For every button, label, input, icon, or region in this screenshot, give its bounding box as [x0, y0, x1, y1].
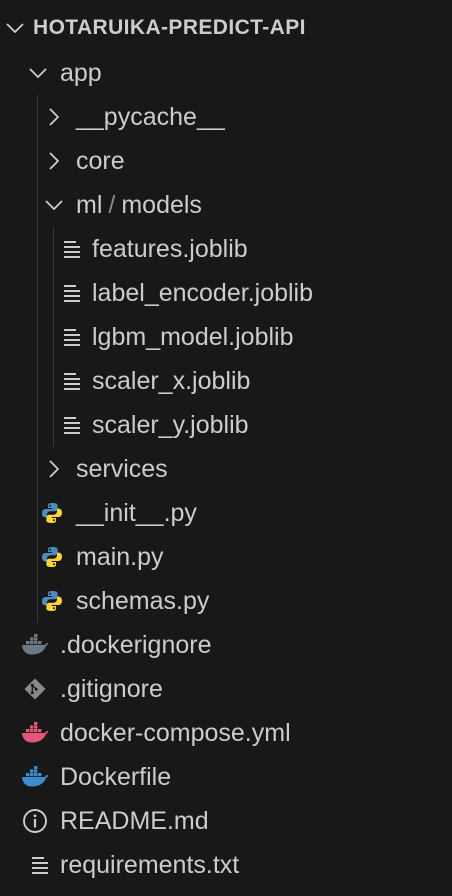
file-docker-compose-yml[interactable]: docker-compose.yml: [0, 711, 452, 755]
folder-core[interactable]: core: [0, 139, 452, 183]
file-readme-md[interactable]: README.md: [0, 799, 452, 843]
docker-whale-icon: [21, 766, 49, 788]
file-label: lgbm_model.joblib: [92, 322, 294, 351]
file-label-encoder-joblib[interactable]: label_encoder.joblib: [0, 271, 452, 315]
python-icon: [40, 589, 64, 613]
file-label: README.md: [60, 806, 209, 835]
file-explorer: HOTARUIKA-PREDICT-API app __pycache__ co…: [0, 0, 452, 896]
file-dockerfile[interactable]: Dockerfile: [0, 755, 452, 799]
file-features-joblib[interactable]: features.joblib: [0, 227, 452, 271]
folder-label-ml: ml: [76, 190, 103, 219]
chevron-right-icon: [43, 150, 65, 172]
file-label: .gitignore: [60, 674, 163, 703]
chevron-down-icon: [4, 17, 26, 39]
file-label: main.py: [76, 542, 164, 571]
chevron-right-icon: [43, 458, 65, 480]
file-label: schemas.py: [76, 586, 210, 615]
file-main-py[interactable]: main.py: [0, 535, 452, 579]
info-icon: [22, 808, 48, 834]
python-icon: [40, 501, 64, 525]
lines-file-icon: [60, 369, 84, 393]
folder-services[interactable]: services: [0, 447, 452, 491]
file-label: docker-compose.yml: [60, 718, 291, 747]
python-icon: [40, 545, 64, 569]
folder-label-models: models: [121, 190, 202, 219]
file-label: .dockerignore: [60, 630, 212, 659]
file-schemas-py[interactable]: schemas.py: [0, 579, 452, 623]
file-gitignore[interactable]: .gitignore: [0, 667, 452, 711]
lines-file-icon: [60, 325, 84, 349]
chevron-right-icon: [43, 106, 65, 128]
path-separator: /: [108, 190, 116, 219]
docker-whale-icon: [21, 634, 49, 656]
chevron-down-icon: [43, 194, 65, 216]
file-label: requirements.txt: [60, 850, 240, 879]
lines-file-icon: [28, 853, 52, 877]
chevron-down-icon: [27, 62, 49, 84]
file-label: features.joblib: [92, 234, 248, 263]
project-name: HOTARUIKA-PREDICT-API: [33, 16, 306, 39]
folder-ml-models[interactable]: ml / models: [0, 183, 452, 227]
file-lgbm-model-joblib[interactable]: lgbm_model.joblib: [0, 315, 452, 359]
file-scaler-y-joblib[interactable]: scaler_y.joblib: [0, 403, 452, 447]
docker-whale-icon: [21, 722, 49, 744]
folder-label: app: [60, 58, 102, 87]
git-icon: [23, 677, 47, 701]
file-label: scaler_x.joblib: [92, 366, 251, 395]
file-label: scaler_y.joblib: [92, 410, 249, 439]
file-dockerignore[interactable]: .dockerignore: [0, 623, 452, 667]
file-init-py[interactable]: __init__.py: [0, 491, 452, 535]
folder-label: __pycache__: [76, 102, 225, 131]
lines-file-icon: [60, 237, 84, 261]
file-label: __init__.py: [76, 498, 197, 527]
file-requirements-txt[interactable]: requirements.txt: [0, 843, 452, 887]
folder-pycache[interactable]: __pycache__: [0, 95, 452, 139]
lines-file-icon: [60, 413, 84, 437]
folder-label: services: [76, 454, 168, 483]
explorer-project-header[interactable]: HOTARUIKA-PREDICT-API: [0, 6, 452, 50]
file-label: label_encoder.joblib: [92, 278, 314, 307]
folder-app[interactable]: app: [0, 51, 452, 95]
folder-label: core: [76, 146, 125, 175]
file-label: Dockerfile: [60, 762, 172, 791]
lines-file-icon: [60, 281, 84, 305]
file-scaler-x-joblib[interactable]: scaler_x.joblib: [0, 359, 452, 403]
